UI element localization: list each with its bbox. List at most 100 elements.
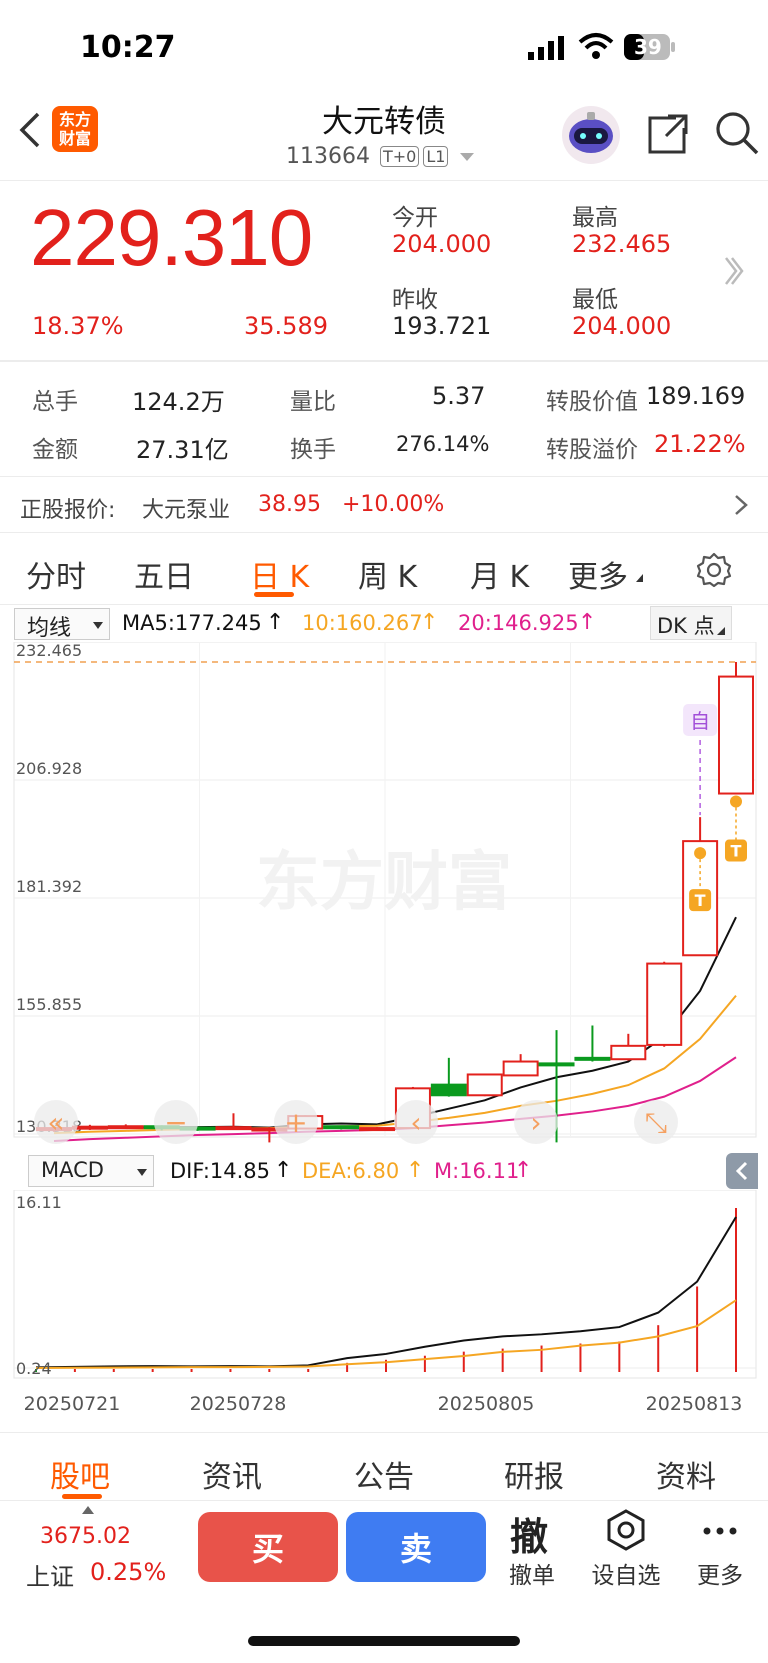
share-icon[interactable] [646, 112, 690, 156]
tab-monthly-k[interactable]: 月 K [470, 552, 529, 596]
tab-announcements[interactable]: 公告 [354, 1452, 414, 1496]
macd-selector-arrow-icon [137, 1169, 147, 1176]
macd-y-tick-label: 16.11 [16, 1193, 62, 1212]
open-label: 今开 [392, 205, 438, 231]
y-tick-label: 181.392 [16, 877, 82, 896]
sell-button[interactable]: 卖 [346, 1512, 486, 1582]
tab-weekly-k[interactable]: 周 K [358, 552, 417, 596]
ma10-arrow-icon: ↑ [420, 610, 439, 635]
tab-profile[interactable]: 资料 [656, 1452, 716, 1496]
robot-avatar-icon[interactable] [562, 106, 620, 164]
chevron-right-icon-glyph: › [530, 1106, 541, 1139]
kline-chart[interactable]: 东方财富 232.465206.928181.392155.855130.318… [0, 642, 768, 1150]
indicator-selector[interactable]: 均线 [14, 608, 110, 641]
trade-dot [730, 795, 742, 808]
volume-label: 总手 [32, 389, 78, 415]
tab-guba[interactable]: 股吧 [50, 1452, 110, 1496]
candle-body [610, 1044, 647, 1061]
tab-research[interactable]: 研报 [504, 1452, 564, 1496]
candle-body [359, 1127, 396, 1132]
dif-arrow-icon: ↑ [274, 1158, 293, 1183]
turnover-label: 换手 [290, 437, 336, 463]
candle-body [646, 962, 683, 1046]
x-tick-label: 20250728 [190, 1393, 287, 1415]
high-label: 最高 [572, 205, 618, 231]
add-favorite-label[interactable]: 设自选 [588, 1556, 664, 1590]
tab-more[interactable]: 更多 [568, 552, 628, 596]
conv-value: 189.169 [646, 382, 746, 410]
y-tick-label: 206.928 [16, 759, 82, 778]
stock-price: 38.95 [258, 492, 321, 517]
index-up-arrow-icon [82, 1506, 94, 1514]
turnover-value: 276.14% [396, 432, 490, 456]
volume-value: 124.2万 [132, 388, 225, 416]
y-tick-label: 155.855 [16, 995, 82, 1014]
macd-frame [13, 1190, 757, 1379]
collapse-panel-button[interactable] [726, 1153, 758, 1189]
stock-change: +10.00% [342, 492, 445, 517]
tab-daily-k[interactable]: 日 K [250, 552, 309, 596]
x-tick-label: 20250721 [24, 1393, 121, 1415]
last-price: 229.310 [30, 193, 313, 282]
search-icon[interactable] [714, 110, 760, 156]
low-value: 204.000 [572, 312, 672, 340]
macd-chart[interactable]: 16.11 0.24 20250721 20250728 20250805 2025081… [0, 1190, 768, 1422]
expand-chevron-icon[interactable] [722, 256, 746, 286]
dea-value: DEA:6.80 [302, 1159, 400, 1183]
index-name: 上证 [26, 1563, 74, 1591]
prev-close-value: 193.721 [392, 312, 492, 340]
more-label[interactable]: 更多 [694, 1556, 746, 1590]
macd-selector-label: MACD [41, 1158, 104, 1182]
t-marker-label: T [731, 842, 742, 861]
ma5-arrow-icon: ↑ [266, 610, 285, 635]
home-indicator [248, 1636, 520, 1646]
security-code: 113664 [286, 144, 370, 169]
t-marker-label: T [695, 891, 706, 910]
dk-corner-icon [717, 627, 725, 635]
security-code-row[interactable]: 113664 T+0 L1 [286, 144, 475, 169]
expand-icon-glyph: ⤡ [645, 1106, 667, 1139]
selector-arrow-icon [93, 622, 103, 629]
index-value[interactable]: 3675.02 [40, 1524, 131, 1549]
cancel-order-icon[interactable]: 撤 [510, 1506, 548, 1561]
amount-value: 27.31亿 [136, 436, 229, 464]
tab-intraday[interactable]: 分时 [26, 552, 86, 596]
l1-badge: L1 [423, 146, 449, 167]
premium-label: 转股溢价 [546, 437, 638, 463]
cancel-order-label[interactable]: 撤单 [504, 1556, 560, 1590]
more-dropdown-icon [636, 574, 643, 582]
x-tick-label: 20250805 [438, 1393, 535, 1415]
prev-close-label: 昨收 [392, 287, 438, 313]
more-dots-icon[interactable] [702, 1522, 738, 1535]
macd-y-tick-label: 0.24 [16, 1359, 52, 1378]
candle-body [71, 1125, 108, 1130]
chevron-right-icon [734, 494, 748, 516]
index-change: 0.25% [90, 1558, 167, 1586]
dk-point-button[interactable]: DK 点 [650, 606, 732, 640]
stock-quote-row[interactable]: 正股报价: 大元泵业 38.95 +10.00% [0, 478, 768, 532]
tab-five-day[interactable]: 五日 [134, 552, 194, 596]
dk-point-label: DK 点 [657, 614, 715, 638]
candle-body [718, 675, 754, 795]
candle-body [107, 1125, 144, 1130]
open-value: 204.000 [392, 230, 492, 258]
buy-button[interactable]: 买 [198, 1512, 338, 1582]
macd-selector[interactable]: MACD [28, 1155, 154, 1187]
tab-news[interactable]: 资讯 [202, 1452, 262, 1496]
vol-ratio-value: 5.37 [432, 382, 486, 410]
m-value: M:16.11 [434, 1159, 520, 1183]
low-label: 最低 [572, 287, 618, 313]
candle-body [538, 1062, 575, 1067]
t0-badge: T+0 [379, 146, 420, 167]
candle-body [502, 1060, 539, 1077]
candle-body [466, 1073, 503, 1097]
chevron-left-icon-glyph: ‹ [410, 1106, 421, 1139]
settings-gear-icon[interactable] [696, 552, 732, 588]
add-favorite-icon[interactable] [604, 1508, 648, 1552]
x-tick-label: 20250813 [646, 1393, 743, 1415]
battery-icon: 39 [624, 34, 676, 60]
conv-value-label: 转股价值 [546, 389, 638, 415]
status-time: 10:27 [80, 30, 176, 65]
tab-active-indicator [254, 592, 294, 597]
ma20-arrow-icon: ↑ [578, 610, 597, 635]
